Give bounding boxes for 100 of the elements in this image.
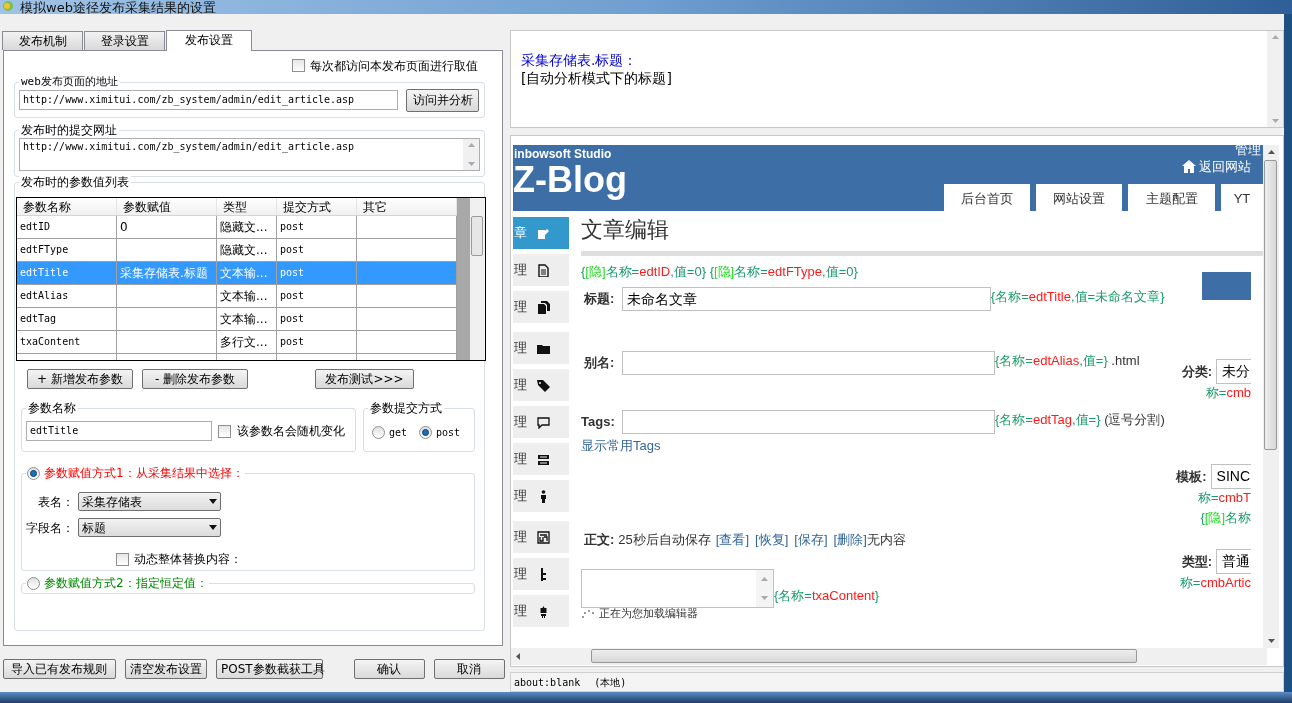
dropdown[interactable]: SINC	[1210, 464, 1251, 489]
text-area[interactable]	[581, 569, 774, 608]
sidebar-item[interactable]: 理	[513, 254, 569, 286]
table-cell: 采集存储表.标题	[120, 266, 208, 280]
tab[interactable]: 发布机制	[2, 31, 83, 50]
sidebar-item[interactable]: 理	[513, 369, 569, 401]
table-row[interactable]: edtFType 隐藏文... post	[17, 239, 457, 262]
sidebar-item[interactable]: 理	[513, 443, 569, 475]
status-text: 正在为您加载编辑器	[599, 608, 698, 619]
table-cell: post	[280, 244, 305, 255]
sidebar-item[interactable]: 理	[513, 595, 569, 627]
scrollbar[interactable]	[470, 198, 485, 360]
link[interactable]: [保存]	[794, 529, 828, 549]
group-label: 发布时的参数值列表	[19, 175, 131, 189]
field-label: 表名：	[37, 493, 75, 511]
field-label: 分类:	[1181, 362, 1212, 381]
table-cell: post	[280, 313, 305, 324]
radio-label: post	[436, 425, 461, 440]
column-header[interactable]: 提交方式	[277, 198, 357, 215]
annotation: {名称=edtTag,值=} (逗号分割)	[995, 412, 1165, 428]
caret-icon	[209, 499, 217, 504]
table-row[interactable]: txaContent 多行文... post	[17, 331, 457, 354]
scrollbar[interactable]	[1263, 145, 1279, 648]
table-row[interactable]: edtID 0 隐藏文... post	[17, 216, 457, 239]
button[interactable]: 发布测试>>>	[315, 369, 414, 389]
button[interactable]: - 删除发布参数	[142, 369, 248, 389]
column-header[interactable]: 参数赋值	[117, 198, 217, 215]
text-field[interactable]	[622, 410, 995, 434]
sidebar-item[interactable]: 理	[513, 480, 569, 512]
table-cell: post	[280, 290, 305, 301]
link[interactable]: [恢复]	[755, 529, 789, 549]
table-row[interactable]: edtTag 文本输... post	[17, 308, 457, 331]
checkbox[interactable]	[292, 59, 305, 72]
name-field[interactable]: edtTitle	[26, 421, 212, 441]
tag-icon	[537, 378, 550, 392]
app-icon	[2, 0, 15, 13]
field-label: 正文:	[583, 530, 615, 549]
sidebar-item[interactable]: 理	[513, 521, 569, 553]
table-cell: 多行文...	[220, 335, 268, 349]
table-cell: 文本输...	[220, 289, 268, 303]
document-icon	[537, 263, 550, 277]
checkbox[interactable]	[218, 424, 231, 438]
checkbox-label: 每次都访问本发布页面进行取值	[310, 57, 478, 75]
link[interactable]: [查看]	[715, 529, 750, 549]
text-area[interactable]: http://www.ximitui.com/zb_system/admin/edit_article.asp	[19, 138, 480, 171]
status-text: about:blank	[514, 675, 581, 690]
table-cell: edtID	[20, 221, 51, 232]
group-label: web发布页面的地址	[19, 75, 120, 89]
scroll-left-icon[interactable]	[516, 653, 520, 660]
table-cell: 隐藏文...	[220, 243, 268, 257]
field-label: 别名:	[583, 354, 616, 372]
tab[interactable]: 发布设置	[166, 30, 252, 51]
option-label: 参数赋值方式1：从采集结果中选择：	[44, 466, 244, 480]
button[interactable]: 访问并分析	[406, 88, 479, 112]
text-field[interactable]: 未命名文章	[621, 287, 991, 311]
link[interactable]: [删除]	[833, 529, 867, 549]
scrollbar[interactable]	[511, 648, 1267, 665]
radio-button[interactable]	[27, 576, 40, 590]
dropdown[interactable]: 采集存储表	[78, 492, 221, 511]
button[interactable]: POST参数截获工具	[215, 659, 323, 679]
column-header[interactable]: 参数名称	[17, 198, 117, 215]
button[interactable]: 确认	[353, 659, 425, 679]
link[interactable]: 返回网站	[1199, 157, 1251, 177]
tab[interactable]: 登录设置	[84, 31, 165, 50]
scroll-up-icon[interactable]	[1267, 150, 1275, 154]
sidebar-item[interactable]: 理	[513, 291, 569, 323]
url-field[interactable]: http://www.ximitui.com/zb_system/admin/edit_article.asp	[19, 90, 398, 110]
scroll-down-icon[interactable]	[1267, 639, 1275, 643]
radio-button[interactable]	[27, 466, 40, 480]
table-cell: edtAlias	[20, 290, 69, 301]
column-header[interactable]: 类型	[217, 198, 277, 215]
link[interactable]: 显示常用Tags	[581, 436, 1167, 456]
field-label: 字段名：	[25, 519, 75, 537]
nav-tab[interactable]: 网站设置	[1036, 183, 1122, 214]
table-row[interactable]: edtAlias 文本输... post	[17, 285, 457, 308]
button[interactable]: + 新增发布参数	[27, 369, 133, 389]
field-label: 类型:	[1181, 552, 1212, 571]
table-cell: edtTitle	[20, 267, 69, 278]
checkbox-label: 动态整体替换内容：	[134, 551, 242, 568]
table-cell: edtTag	[20, 313, 57, 324]
server-icon	[537, 452, 550, 466]
table-cell: post	[280, 336, 305, 347]
button[interactable]: 导入已有发布规则	[3, 659, 116, 679]
nav-tab[interactable]: 后台首页	[944, 183, 1030, 214]
radio-button[interactable]	[419, 425, 433, 439]
dropdown[interactable]: 普通	[1216, 549, 1251, 574]
nav-tab[interactable]: 主题配置	[1128, 183, 1215, 214]
nav-tab[interactable]: YT	[1221, 183, 1263, 214]
button[interactable]: 取消	[433, 659, 505, 679]
sidebar-item[interactable]: 理	[513, 558, 569, 590]
annotation: {名称=edtAlias,值=} .html	[995, 353, 1140, 369]
radio-button[interactable]	[372, 425, 385, 439]
home-icon	[1182, 160, 1196, 174]
dropdown[interactable]: 标题	[78, 518, 221, 537]
dropdown[interactable]: 未分	[1216, 359, 1251, 384]
sidebar-item[interactable]: 理	[513, 406, 569, 438]
checkbox[interactable]	[116, 552, 129, 566]
text-field[interactable]	[622, 351, 995, 375]
button[interactable]: 清空发布设置	[124, 659, 207, 679]
sidebar-item[interactable]: 理	[513, 332, 569, 364]
